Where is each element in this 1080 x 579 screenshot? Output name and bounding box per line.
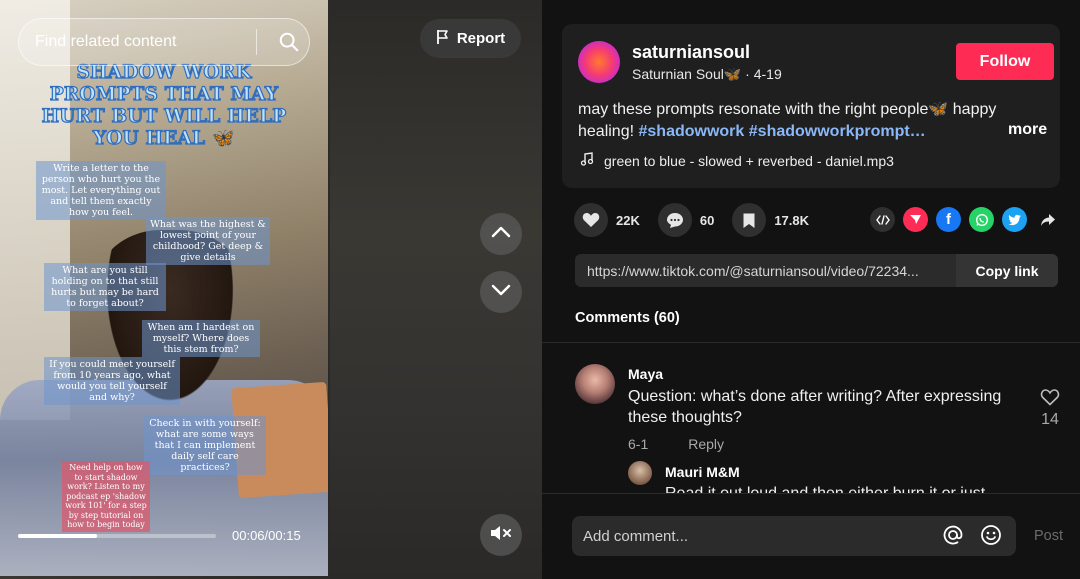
- author-username[interactable]: saturniansoul: [632, 42, 750, 63]
- comment-input-placeholder: Add comment...: [583, 527, 689, 545]
- video-caption: may these prompts resonate with the righ…: [578, 99, 1048, 143]
- hashtag-link[interactable]: #shadowworkprompt…: [749, 123, 926, 140]
- mention-icon[interactable]: [942, 524, 964, 550]
- heart-icon: [574, 203, 608, 237]
- post-date: 4-19: [753, 66, 782, 82]
- video-title-overlay: SHADOW WORK PROMPTS THAT MAY HURT BUT WI…: [41, 61, 287, 149]
- prompt-text: What are you still holding on to that st…: [44, 263, 166, 311]
- tiktok-video-page: SHADOW WORK PROMPTS THAT MAY HURT BUT WI…: [0, 0, 1080, 579]
- comment-count: 60: [699, 212, 715, 228]
- comment-bubble-icon: [657, 203, 692, 237]
- comments-heading[interactable]: Comments (60): [575, 310, 680, 326]
- heart-outline-icon: [1040, 389, 1060, 410]
- side-panel: saturniansoul Saturnian Soul🦋 · 4-19 Fol…: [542, 0, 1080, 579]
- comment-meta: 6-1 Reply: [628, 436, 724, 452]
- commenter-name[interactable]: Mauri M&M: [665, 464, 740, 480]
- comment-like-count: 14: [1041, 411, 1059, 428]
- prompt-text: If you could meet yourself from 10 years…: [44, 357, 180, 405]
- favorite-count: 17.8K: [774, 212, 810, 228]
- prompt-text: Write a letter to the person who hurt yo…: [36, 161, 166, 220]
- twitter-icon[interactable]: [1002, 207, 1027, 232]
- search-input[interactable]: Find related content: [18, 18, 310, 66]
- chevron-up-icon: [490, 225, 512, 244]
- emoji-icon[interactable]: [980, 524, 1002, 550]
- chevron-down-icon: [490, 283, 512, 302]
- facebook-icon[interactable]: f: [936, 207, 961, 232]
- reply-button[interactable]: Reply: [688, 436, 724, 452]
- commenter-name[interactable]: Maya: [628, 366, 663, 382]
- post-button[interactable]: Post: [1034, 528, 1063, 544]
- bookmark-icon: [732, 203, 767, 237]
- search-divider: [256, 29, 257, 55]
- video-frame[interactable]: SHADOW WORK PROMPTS THAT MAY HURT BUT WI…: [0, 0, 328, 576]
- hashtag-link[interactable]: #shadowwork: [639, 123, 745, 140]
- video-info-card: saturniansoul Saturnian Soul🦋 · 4-19 Fol…: [562, 24, 1060, 188]
- whatsapp-icon[interactable]: [969, 207, 994, 232]
- commenter-avatar[interactable]: [575, 364, 615, 404]
- share-link-box: https://www.tiktok.com/@saturniansoul/vi…: [575, 254, 1058, 287]
- music-title: green to blue - slowed + reverbed - dani…: [604, 152, 894, 169]
- reply-item: Mauri M&M Read it out loud and then eith…: [628, 461, 1068, 493]
- previous-video-button[interactable]: [480, 213, 522, 255]
- input-icons: [942, 524, 1002, 550]
- like-count: 22K: [616, 212, 640, 228]
- follow-button[interactable]: Follow: [956, 43, 1054, 80]
- share-row: f: [870, 207, 1060, 232]
- prompt-text: What was the highest & lowest point of y…: [146, 217, 270, 265]
- subline-separator: ·: [745, 66, 754, 82]
- comment-button[interactable]: 60: [657, 203, 715, 237]
- copy-link-button[interactable]: Copy link: [956, 254, 1058, 287]
- comment-composer: Add comment... Post: [542, 493, 1080, 579]
- share-arrow-icon[interactable]: [1035, 207, 1060, 232]
- author-subline: Saturnian Soul🦋 · 4-19: [632, 66, 782, 83]
- commenter-avatar[interactable]: [628, 461, 652, 485]
- share-url[interactable]: https://www.tiktok.com/@saturniansoul/vi…: [575, 263, 956, 279]
- comment-input[interactable]: Add comment...: [572, 516, 1016, 556]
- video-time: 00:06/00:15: [232, 528, 301, 543]
- more-button[interactable]: more: [1008, 121, 1047, 139]
- prompt-text: When am I hardest on myself? Where does …: [142, 320, 260, 357]
- video-progress-bar[interactable]: [18, 534, 216, 538]
- prompt-text: Check in with yourself: what are some wa…: [144, 416, 266, 475]
- next-video-button[interactable]: [480, 271, 522, 313]
- author-nickname[interactable]: Saturnian Soul🦋: [632, 66, 741, 82]
- search-icon[interactable]: [269, 31, 309, 53]
- like-button[interactable]: 22K: [574, 203, 640, 237]
- report-button[interactable]: Report: [420, 19, 521, 58]
- speaker-muted-icon: [489, 524, 513, 547]
- action-row: 22K 60 17.8K: [574, 203, 827, 237]
- favorite-button[interactable]: 17.8K: [732, 203, 809, 237]
- comment-text: Question: what’s done after writing? Aft…: [628, 388, 1002, 426]
- music-note-icon: [580, 152, 594, 169]
- search-placeholder: Find related content: [35, 33, 177, 50]
- video-progress-fill: [18, 534, 98, 538]
- comment-date: 6-1: [628, 436, 649, 452]
- author-avatar[interactable]: [578, 41, 620, 83]
- flag-icon: [436, 29, 450, 49]
- send-to-friends-icon[interactable]: [903, 207, 928, 232]
- divider: [542, 342, 1080, 343]
- music-link[interactable]: green to blue - slowed + reverbed - dani…: [580, 152, 894, 169]
- video-player[interactable]: SHADOW WORK PROMPTS THAT MAY HURT BUT WI…: [0, 0, 542, 579]
- embed-code-icon[interactable]: [870, 207, 895, 232]
- mute-button[interactable]: [480, 514, 522, 556]
- prompt-text: Need help on how to start shadow work? L…: [62, 461, 150, 532]
- comment-like-button[interactable]: 14: [1035, 388, 1065, 429]
- comment-text: Read it out loud and then either burn it…: [665, 483, 1025, 493]
- comment-item: Maya Question: what’s done after writing…: [575, 364, 1075, 456]
- report-label: Report: [456, 30, 506, 47]
